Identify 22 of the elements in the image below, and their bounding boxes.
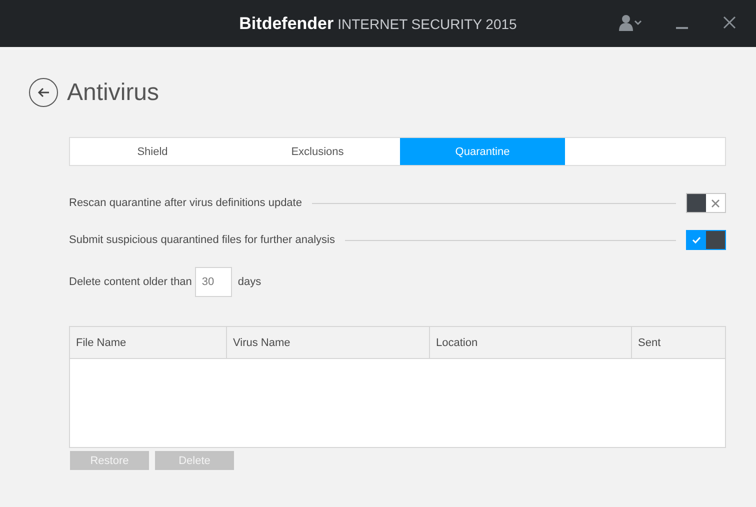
column-header[interactable]: Location [430,327,632,358]
tab[interactable]: Exclusions [235,138,400,165]
toggle-switch[interactable] [686,193,726,213]
close-icon[interactable] [723,16,736,29]
days-field[interactable]: 30 [194,267,232,297]
column-header[interactable]: Virus Name [227,327,430,358]
setting-label: Submit suspicious quarantined files for further analysis [69,234,335,246]
days-unit: days [238,276,262,288]
user-menu-icon[interactable] [618,14,644,32]
toggle-switch[interactable] [686,230,726,250]
column-header[interactable]: File Name [70,327,227,358]
back-arrow-icon [37,87,50,98]
tab[interactable]: Shield [70,138,235,165]
brand-name: Bitdefender [239,14,334,33]
check-icon [692,236,701,244]
setting-label: Rescan quarantine after virus definitions update [69,197,302,209]
delete-label: Delete content older than [69,276,192,288]
cross-icon [711,198,720,208]
product-name: INTERNET SECURITY 2015 [338,16,517,32]
page-title: Antivirus [67,78,160,106]
back-button[interactable] [29,78,58,107]
column-header[interactable]: Sent [632,327,725,358]
